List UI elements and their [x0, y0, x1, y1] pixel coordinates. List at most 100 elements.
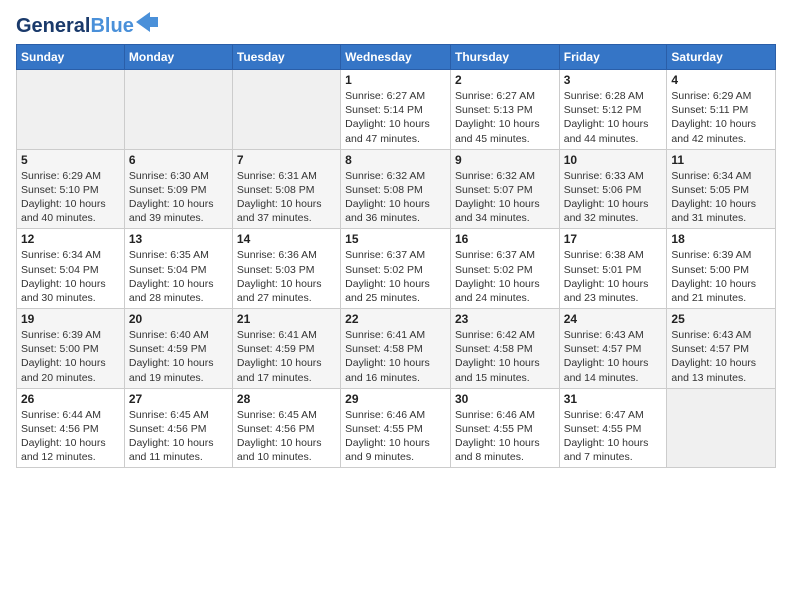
- day-number: 19: [21, 312, 120, 326]
- logo-text: GeneralBlue: [16, 16, 134, 36]
- day-number: 30: [455, 392, 555, 406]
- day-number: 4: [671, 73, 771, 87]
- day-info: Sunrise: 6:41 AM Sunset: 4:59 PM Dayligh…: [237, 328, 336, 385]
- calendar-cell: 8 Sunrise: 6:32 AM Sunset: 5:08 PM Daylig…: [341, 149, 451, 229]
- day-info: Sunrise: 6:46 AM Sunset: 4:55 PM Dayligh…: [345, 408, 446, 465]
- day-info: Sunrise: 6:29 AM Sunset: 5:11 PM Dayligh…: [671, 89, 771, 146]
- day-number: 3: [564, 73, 663, 87]
- weekday-header-thursday: Thursday: [450, 45, 559, 70]
- day-number: 2: [455, 73, 555, 87]
- day-number: 12: [21, 232, 120, 246]
- weekday-header-monday: Monday: [124, 45, 232, 70]
- day-number: 16: [455, 232, 555, 246]
- calendar-cell: 26 Sunrise: 6:44 AM Sunset: 4:56 PM Dayli…: [17, 388, 125, 468]
- calendar-week-row: 1 Sunrise: 6:27 AM Sunset: 5:14 PM Daylig…: [17, 70, 776, 150]
- calendar-cell: [124, 70, 232, 150]
- day-info: Sunrise: 6:27 AM Sunset: 5:14 PM Dayligh…: [345, 89, 446, 146]
- day-number: 23: [455, 312, 555, 326]
- calendar-cell: 4 Sunrise: 6:29 AM Sunset: 5:11 PM Daylig…: [667, 70, 776, 150]
- day-info: Sunrise: 6:32 AM Sunset: 5:07 PM Dayligh…: [455, 169, 555, 226]
- day-info: Sunrise: 6:35 AM Sunset: 5:04 PM Dayligh…: [129, 248, 228, 305]
- day-number: 28: [237, 392, 336, 406]
- calendar-week-row: 12 Sunrise: 6:34 AM Sunset: 5:04 PM Dayli…: [17, 229, 776, 309]
- day-info: Sunrise: 6:31 AM Sunset: 5:08 PM Dayligh…: [237, 169, 336, 226]
- day-info: Sunrise: 6:34 AM Sunset: 5:04 PM Dayligh…: [21, 248, 120, 305]
- day-number: 18: [671, 232, 771, 246]
- calendar-cell: 12 Sunrise: 6:34 AM Sunset: 5:04 PM Dayli…: [17, 229, 125, 309]
- calendar-cell: 20 Sunrise: 6:40 AM Sunset: 4:59 PM Dayli…: [124, 309, 232, 389]
- calendar-week-row: 19 Sunrise: 6:39 AM Sunset: 5:00 PM Dayli…: [17, 309, 776, 389]
- calendar-cell: 27 Sunrise: 6:45 AM Sunset: 4:56 PM Dayli…: [124, 388, 232, 468]
- weekday-header-friday: Friday: [559, 45, 667, 70]
- day-number: 20: [129, 312, 228, 326]
- calendar-cell: [17, 70, 125, 150]
- calendar-cell: 7 Sunrise: 6:31 AM Sunset: 5:08 PM Daylig…: [232, 149, 340, 229]
- calendar-cell: 19 Sunrise: 6:39 AM Sunset: 5:00 PM Dayli…: [17, 309, 125, 389]
- day-number: 8: [345, 153, 446, 167]
- day-info: Sunrise: 6:29 AM Sunset: 5:10 PM Dayligh…: [21, 169, 120, 226]
- weekday-header-saturday: Saturday: [667, 45, 776, 70]
- calendar-cell: 14 Sunrise: 6:36 AM Sunset: 5:03 PM Dayli…: [232, 229, 340, 309]
- calendar-cell: 11Sunrise: 6:34 AM Sunset: 5:05 PM Dayli…: [667, 149, 776, 229]
- day-number: 9: [455, 153, 555, 167]
- day-info: Sunrise: 6:43 AM Sunset: 4:57 PM Dayligh…: [564, 328, 663, 385]
- day-info: Sunrise: 6:37 AM Sunset: 5:02 PM Dayligh…: [455, 248, 555, 305]
- day-number: 11: [671, 153, 771, 167]
- calendar-cell: 31Sunrise: 6:47 AM Sunset: 4:55 PM Dayli…: [559, 388, 667, 468]
- day-info: Sunrise: 6:39 AM Sunset: 5:00 PM Dayligh…: [21, 328, 120, 385]
- day-info: Sunrise: 6:46 AM Sunset: 4:55 PM Dayligh…: [455, 408, 555, 465]
- day-info: Sunrise: 6:44 AM Sunset: 4:56 PM Dayligh…: [21, 408, 120, 465]
- day-info: Sunrise: 6:27 AM Sunset: 5:13 PM Dayligh…: [455, 89, 555, 146]
- calendar-cell: 9 Sunrise: 6:32 AM Sunset: 5:07 PM Daylig…: [450, 149, 559, 229]
- day-number: 22: [345, 312, 446, 326]
- weekday-header-wednesday: Wednesday: [341, 45, 451, 70]
- day-number: 25: [671, 312, 771, 326]
- calendar-cell: 21 Sunrise: 6:41 AM Sunset: 4:59 PM Dayli…: [232, 309, 340, 389]
- day-number: 26: [21, 392, 120, 406]
- calendar-cell: 30 Sunrise: 6:46 AM Sunset: 4:55 PM Dayli…: [450, 388, 559, 468]
- calendar-cell: 15 Sunrise: 6:37 AM Sunset: 5:02 PM Dayli…: [341, 229, 451, 309]
- calendar-cell: 3 Sunrise: 6:28 AM Sunset: 5:12 PM Daylig…: [559, 70, 667, 150]
- calendar-header-row: SundayMondayTuesdayWednesdayThursdayFrid…: [17, 45, 776, 70]
- calendar-cell: 23 Sunrise: 6:42 AM Sunset: 4:58 PM Dayli…: [450, 309, 559, 389]
- day-number: 5: [21, 153, 120, 167]
- day-info: Sunrise: 6:30 AM Sunset: 5:09 PM Dayligh…: [129, 169, 228, 226]
- day-number: 7: [237, 153, 336, 167]
- day-number: 17: [564, 232, 663, 246]
- day-number: 15: [345, 232, 446, 246]
- calendar-cell: 28 Sunrise: 6:45 AM Sunset: 4:56 PM Dayli…: [232, 388, 340, 468]
- day-info: Sunrise: 6:38 AM Sunset: 5:01 PM Dayligh…: [564, 248, 663, 305]
- day-info: Sunrise: 6:37 AM Sunset: 5:02 PM Dayligh…: [345, 248, 446, 305]
- day-info: Sunrise: 6:41 AM Sunset: 4:58 PM Dayligh…: [345, 328, 446, 385]
- day-number: 10: [564, 153, 663, 167]
- day-info: Sunrise: 6:42 AM Sunset: 4:58 PM Dayligh…: [455, 328, 555, 385]
- day-info: Sunrise: 6:43 AM Sunset: 4:57 PM Dayligh…: [671, 328, 771, 385]
- calendar-week-row: 5 Sunrise: 6:29 AM Sunset: 5:10 PM Daylig…: [17, 149, 776, 229]
- day-info: Sunrise: 6:33 AM Sunset: 5:06 PM Dayligh…: [564, 169, 663, 226]
- day-number: 1: [345, 73, 446, 87]
- weekday-header-tuesday: Tuesday: [232, 45, 340, 70]
- logo-icon: [136, 12, 158, 32]
- day-number: 6: [129, 153, 228, 167]
- day-info: Sunrise: 6:45 AM Sunset: 4:56 PM Dayligh…: [237, 408, 336, 465]
- logo: GeneralBlue: [16, 16, 158, 36]
- day-info: Sunrise: 6:28 AM Sunset: 5:12 PM Dayligh…: [564, 89, 663, 146]
- day-number: 21: [237, 312, 336, 326]
- day-info: Sunrise: 6:40 AM Sunset: 4:59 PM Dayligh…: [129, 328, 228, 385]
- day-number: 13: [129, 232, 228, 246]
- calendar-cell: 13 Sunrise: 6:35 AM Sunset: 5:04 PM Dayli…: [124, 229, 232, 309]
- calendar-cell: 18 Sunrise: 6:39 AM Sunset: 5:00 PM Dayli…: [667, 229, 776, 309]
- day-number: 24: [564, 312, 663, 326]
- calendar-cell: 1 Sunrise: 6:27 AM Sunset: 5:14 PM Daylig…: [341, 70, 451, 150]
- day-info: Sunrise: 6:36 AM Sunset: 5:03 PM Dayligh…: [237, 248, 336, 305]
- calendar-week-row: 26 Sunrise: 6:44 AM Sunset: 4:56 PM Dayli…: [17, 388, 776, 468]
- day-info: Sunrise: 6:32 AM Sunset: 5:08 PM Dayligh…: [345, 169, 446, 226]
- day-info: Sunrise: 6:39 AM Sunset: 5:00 PM Dayligh…: [671, 248, 771, 305]
- calendar-cell: [232, 70, 340, 150]
- day-info: Sunrise: 6:47 AM Sunset: 4:55 PM Dayligh…: [564, 408, 663, 465]
- day-number: 14: [237, 232, 336, 246]
- calendar-cell: 24 Sunrise: 6:43 AM Sunset: 4:57 PM Dayli…: [559, 309, 667, 389]
- day-info: Sunrise: 6:45 AM Sunset: 4:56 PM Dayligh…: [129, 408, 228, 465]
- day-number: 27: [129, 392, 228, 406]
- calendar-cell: 6 Sunrise: 6:30 AM Sunset: 5:09 PM Daylig…: [124, 149, 232, 229]
